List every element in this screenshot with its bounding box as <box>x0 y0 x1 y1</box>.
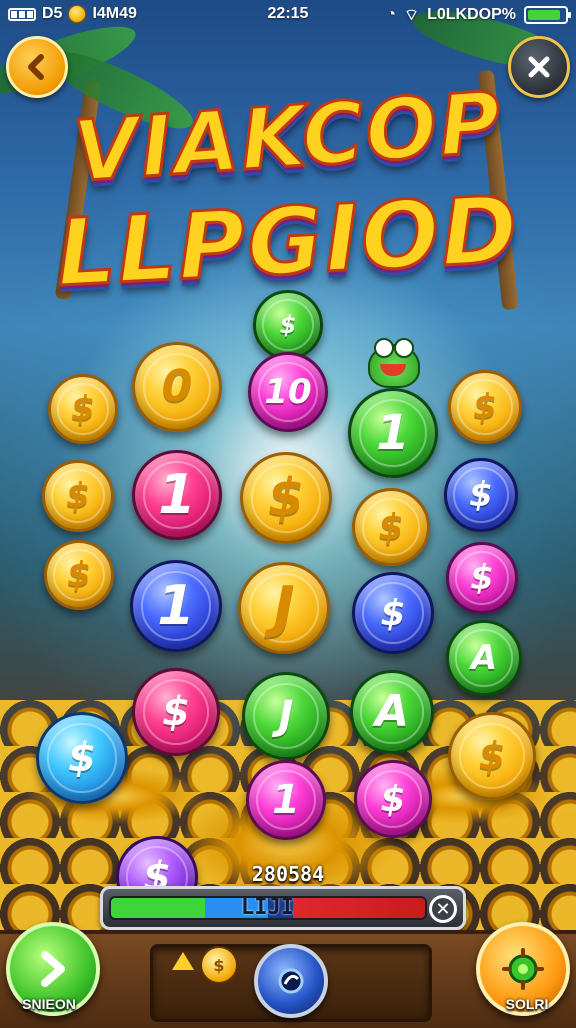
tray-coin-symbol: $ <box>213 955 225 975</box>
coin-gold[interactable]: $ <box>44 540 114 610</box>
coin-label: J <box>252 682 320 750</box>
coin-label: A <box>455 629 513 687</box>
coin-pink[interactable]: 1 <box>132 450 222 540</box>
score-counter: 280584 <box>251 862 325 886</box>
coin-label: $ <box>50 468 106 524</box>
coin-label: $ <box>453 467 509 523</box>
coin-pink[interactable]: $ <box>132 668 220 756</box>
status-right-text: L0LKDOP% <box>427 6 516 23</box>
coin-green[interactable]: A <box>446 620 522 696</box>
coin-label: J <box>249 573 319 643</box>
battery-icon <box>524 6 571 24</box>
status-bar: D5 I4M49 22:15 ◔ ⌔ L0LKDOP% <box>0 0 576 30</box>
coin-label: 1 <box>141 571 211 641</box>
sync-icon: ◔ <box>386 6 397 23</box>
warning-triangle-icon <box>172 952 194 970</box>
wifi-icon: ⌔ <box>404 7 420 24</box>
coin-cyan[interactable]: $ <box>36 712 128 804</box>
progress-label: LIJI <box>241 896 294 920</box>
coin-label: $ <box>363 769 423 829</box>
play-chevron-icon <box>41 951 65 987</box>
coin-label: $ <box>56 382 110 436</box>
coin-gold[interactable]: $ <box>42 460 114 532</box>
coin-magenta[interactable]: 10 <box>248 352 328 432</box>
coin-green[interactable]: $ <box>253 290 323 360</box>
spin-button-label: SNIEON <box>22 996 76 1012</box>
coin-label: $ <box>261 298 315 352</box>
coin-gold[interactable]: 0 <box>132 342 222 432</box>
coin-label: $ <box>47 723 117 793</box>
coin-blue[interactable]: $ <box>444 458 518 532</box>
coin-blue[interactable]: $ <box>352 572 434 654</box>
frog-mascot <box>368 338 420 388</box>
coin-label: $ <box>457 379 513 435</box>
gear-icon <box>502 948 544 990</box>
coin-blue[interactable]: 1 <box>130 560 222 652</box>
progress-close-button[interactable]: ✕ <box>429 895 457 923</box>
coin-label: $ <box>362 582 424 644</box>
coin-green[interactable]: 1 <box>348 388 438 478</box>
orb-icon <box>278 968 304 994</box>
tray-coin-icon: $ <box>200 946 238 984</box>
coin-gold[interactable]: $ <box>352 488 430 566</box>
coin-green[interactable]: A <box>350 670 434 754</box>
coin-label: A <box>360 680 424 744</box>
coin-gold[interactable]: $ <box>448 712 536 800</box>
coin-gold[interactable]: $ <box>240 452 332 544</box>
coin-label: 1 <box>255 769 317 831</box>
center-orb-button[interactable] <box>254 944 328 1018</box>
coin-label: 1 <box>359 399 427 467</box>
coin-magenta[interactable]: 1 <box>246 760 326 840</box>
coin-gold[interactable]: J <box>238 562 330 654</box>
coin-label: $ <box>142 678 210 746</box>
back-arrow-icon <box>28 54 44 80</box>
coin-magenta[interactable]: $ <box>446 542 518 614</box>
close-icon: ✕ <box>435 898 451 920</box>
coin-label: $ <box>458 722 526 790</box>
progress-track: LIJI <box>109 896 427 920</box>
solo-button-label: SOLRI <box>505 996 549 1012</box>
coin-label: 10 <box>257 361 319 423</box>
coin-label: $ <box>251 463 321 533</box>
coin-label: $ <box>361 497 421 557</box>
coin-magenta[interactable]: $ <box>354 760 432 838</box>
coin-gold[interactable]: $ <box>48 374 118 444</box>
coin-label: 0 <box>143 353 211 421</box>
back-button[interactable] <box>6 36 68 98</box>
coin-label: 1 <box>143 461 211 529</box>
progress-bar: LIJI ✕ <box>100 886 466 930</box>
coin-green[interactable]: J <box>242 672 330 760</box>
coin-label: $ <box>454 550 510 606</box>
coin-gold[interactable]: $ <box>448 370 522 444</box>
coin-label: $ <box>52 548 106 602</box>
